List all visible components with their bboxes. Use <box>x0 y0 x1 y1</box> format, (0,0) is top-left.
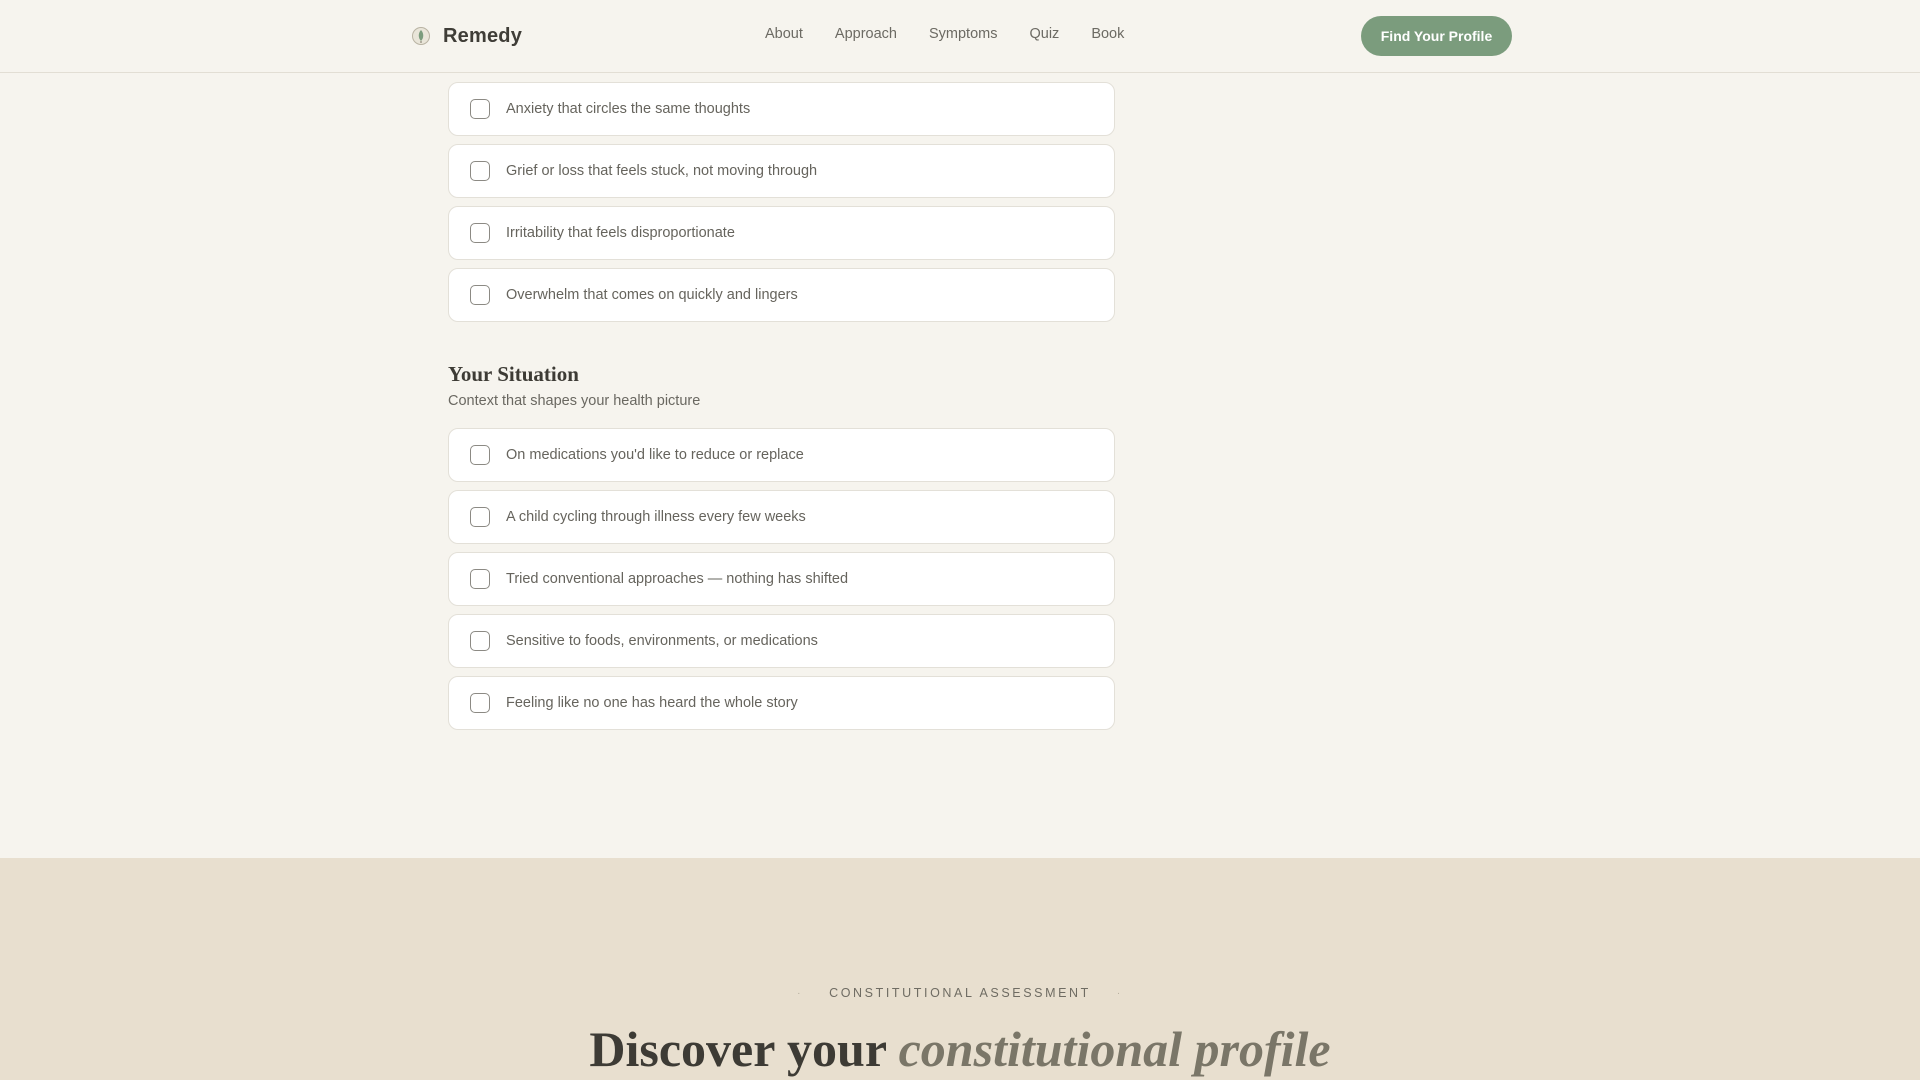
brand[interactable]: Remedy <box>411 22 522 50</box>
option-label: Feeling like no one has heard the whole … <box>506 695 798 711</box>
option-label: Overwhelm that comes on quickly and ling… <box>506 287 798 303</box>
situation-option[interactable]: Tried conventional approaches — nothing … <box>448 552 1115 606</box>
checkbox[interactable] <box>470 285 490 305</box>
symptom-option[interactable]: Overwhelm that comes on quickly and ling… <box>448 268 1115 322</box>
section-title: Your Situation <box>448 362 579 386</box>
checkbox[interactable] <box>470 223 490 243</box>
nav-quiz[interactable]: Quiz <box>1029 26 1059 42</box>
nav-symptoms[interactable]: Symptoms <box>929 26 998 42</box>
main-nav: About Approach Symptoms Quiz Book <box>765 26 1124 42</box>
option-label: Tried conventional approaches — nothing … <box>506 571 849 587</box>
checkbox[interactable] <box>470 631 490 651</box>
option-label: Grief or loss that feels stuck, not movi… <box>506 163 818 179</box>
nav-book[interactable]: Book <box>1091 26 1124 42</box>
symptom-option[interactable]: Irritability that feels disproportionate <box>448 206 1115 260</box>
top-navigation-bar: Remedy About Approach Symptoms Quiz Book… <box>0 0 1920 73</box>
symptom-option[interactable]: Anxiety that circles the same thoughts <box>448 82 1115 136</box>
option-label: Anxiety that circles the same thoughts <box>506 101 751 117</box>
find-your-profile-button[interactable]: Find Your Profile <box>1361 16 1512 56</box>
remedy-logo-icon <box>412 27 430 45</box>
situation-option[interactable]: A child cycling through illness every fe… <box>448 490 1115 544</box>
option-label: Irritability that feels disproportionate <box>506 225 735 241</box>
situation-option[interactable]: On medications you'd like to reduce or r… <box>448 428 1115 482</box>
situation-option[interactable]: Sensitive to foods, environments, or med… <box>448 614 1115 668</box>
checkbox[interactable] <box>470 507 490 527</box>
situation-option[interactable]: Feeling like no one has heard the whole … <box>448 676 1115 730</box>
headline-italic: constitutional profile <box>898 1021 1331 1077</box>
option-label: On medications you'd like to reduce or r… <box>506 447 804 463</box>
brand-name: Remedy <box>443 24 523 47</box>
checkbox[interactable] <box>470 693 490 713</box>
symptom-option[interactable]: Grief or loss that feels stuck, not movi… <box>448 144 1115 198</box>
nav-about[interactable]: About <box>765 26 803 42</box>
divider-dot-icon: · <box>1116 988 1123 999</box>
headline-plain: Discover your <box>589 1021 887 1077</box>
divider-dot-icon: · <box>797 988 804 999</box>
option-label: Sensitive to foods, environments, or med… <box>506 633 818 649</box>
checkbox[interactable] <box>470 569 490 589</box>
checkbox[interactable] <box>470 445 490 465</box>
assessment-headline: Discover your constitutional profile <box>0 1020 1920 1078</box>
assessment-section: · CONSTITUTIONAL ASSESSMENT · Discover you… <box>0 858 1920 1080</box>
eyebrow-text: CONSTITUTIONAL ASSESSMENT <box>829 986 1091 1000</box>
nav-approach[interactable]: Approach <box>835 26 897 42</box>
option-label: A child cycling through illness every fe… <box>506 509 806 525</box>
checkbox[interactable] <box>470 99 490 119</box>
assessment-eyebrow: · CONSTITUTIONAL ASSESSMENT · <box>0 986 1920 1000</box>
section-subtitle: Context that shapes your health picture <box>448 393 701 409</box>
checkbox[interactable] <box>470 161 490 181</box>
